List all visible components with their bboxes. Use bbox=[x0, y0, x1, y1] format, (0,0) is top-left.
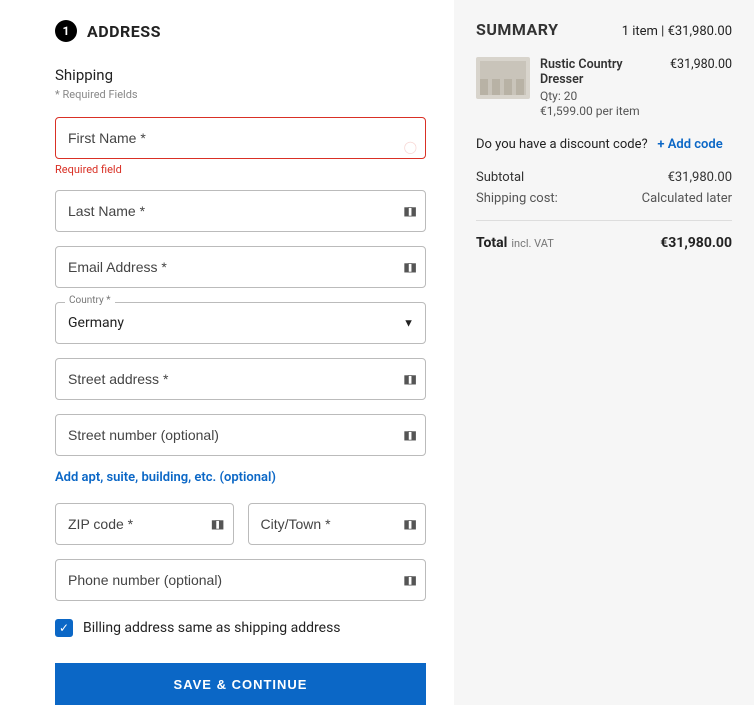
summary-panel: SUMMARY 1 item | €31,980.00 Rustic Count… bbox=[454, 0, 754, 705]
address-form-panel: 1 ADDRESS Shipping * Required Fields ◯ R… bbox=[0, 0, 454, 705]
autofill-icon: ▮▯▮ bbox=[403, 372, 414, 386]
cart-item: Rustic Country Dresser Qty: 20 €1,599.00… bbox=[476, 57, 732, 119]
product-thumbnail bbox=[476, 57, 530, 99]
autofill-icon: ▮▯▮ bbox=[403, 204, 414, 218]
phone-input[interactable] bbox=[55, 559, 426, 601]
country-select[interactable]: Country * Germany ▼ bbox=[55, 302, 426, 344]
autofill-icon: ▮▯▮ bbox=[403, 428, 414, 442]
summary-divider bbox=[476, 220, 732, 221]
save-continue-button[interactable]: SAVE & CONTINUE bbox=[55, 663, 426, 705]
zip-input[interactable] bbox=[55, 503, 234, 545]
country-legend: Country * bbox=[65, 295, 115, 306]
item-qty: Qty: 20 bbox=[540, 89, 660, 103]
city-input[interactable] bbox=[248, 503, 427, 545]
summary-title: SUMMARY bbox=[476, 20, 559, 39]
total-label: Totalincl. VAT bbox=[476, 235, 554, 251]
section-title: ADDRESS bbox=[87, 22, 161, 41]
discount-question: Do you have a discount code? bbox=[476, 137, 648, 152]
shipping-cost-label: Shipping cost: bbox=[476, 191, 558, 206]
country-value: Germany bbox=[55, 302, 426, 344]
first-name-input[interactable] bbox=[55, 117, 426, 159]
email-input[interactable] bbox=[55, 246, 426, 288]
chevron-down-icon: ▼ bbox=[403, 317, 414, 330]
autofill-icon: ▮▯▮ bbox=[211, 517, 222, 531]
add-discount-link[interactable]: + Add code bbox=[657, 137, 722, 152]
autofill-icon: ▮▯▮ bbox=[403, 573, 414, 587]
last-name-input[interactable] bbox=[55, 190, 426, 232]
subtotal-value: €31,980.00 bbox=[668, 170, 732, 185]
total-value: €31,980.00 bbox=[660, 235, 732, 251]
first-name-error: Required field bbox=[55, 163, 426, 176]
billing-same-label: Billing address same as shipping address bbox=[83, 620, 341, 636]
field-status-icon: ◯ bbox=[404, 140, 414, 154]
summary-count: 1 item | €31,980.00 bbox=[622, 24, 732, 39]
add-apt-link[interactable]: Add apt, suite, building, etc. (optional… bbox=[55, 470, 426, 485]
autofill-icon: ▮▯▮ bbox=[403, 517, 414, 531]
autofill-icon: ▮▯▮ bbox=[403, 260, 414, 274]
item-unit-price: €1,599.00 per item bbox=[540, 104, 660, 118]
item-total-price: €31,980.00 bbox=[670, 57, 732, 119]
street-number-input[interactable] bbox=[55, 414, 426, 456]
shipping-heading: Shipping bbox=[55, 66, 426, 84]
required-fields-note: * Required Fields bbox=[55, 88, 426, 101]
shipping-cost-value: Calculated later bbox=[642, 191, 732, 206]
subtotal-label: Subtotal bbox=[476, 170, 524, 185]
street-address-input[interactable] bbox=[55, 358, 426, 400]
billing-same-checkbox[interactable]: ✓ bbox=[55, 619, 73, 637]
step-badge: 1 bbox=[55, 20, 77, 42]
item-name: Rustic Country Dresser bbox=[540, 57, 660, 87]
